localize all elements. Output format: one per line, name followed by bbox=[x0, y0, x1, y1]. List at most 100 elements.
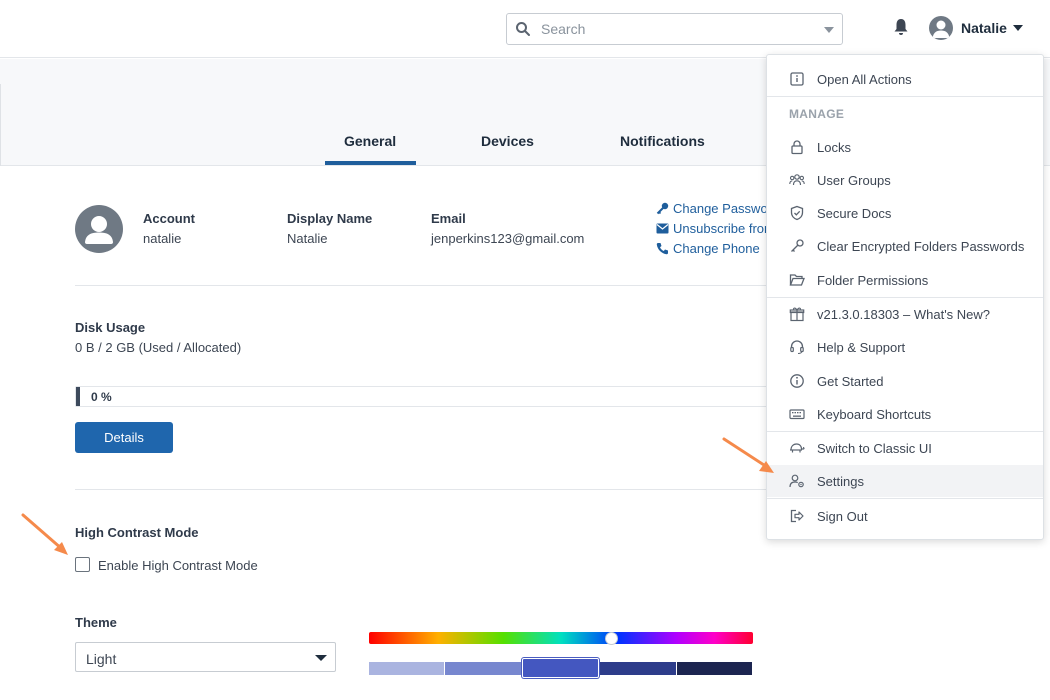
lock-icon bbox=[791, 140, 803, 155]
hue-slider-handle[interactable] bbox=[605, 632, 618, 645]
band-divider bbox=[0, 84, 1, 166]
keyboard-icon bbox=[789, 409, 805, 420]
menu-item-sign-out[interactable]: Sign Out bbox=[767, 500, 1043, 532]
change-password-link[interactable]: Change Password bbox=[656, 201, 779, 216]
menu-item-label: Open All Actions bbox=[817, 71, 912, 87]
disk-usage-label: Disk Usage bbox=[75, 320, 146, 335]
high-contrast-checkbox[interactable] bbox=[75, 557, 90, 572]
menu-item-label: Keyboard Shortcuts bbox=[817, 406, 932, 422]
display-name-value: Natalie bbox=[287, 231, 328, 246]
menu-item-label: User Groups bbox=[817, 172, 891, 188]
menu-item-locks[interactable]: Locks bbox=[767, 131, 1043, 163]
envelope-icon bbox=[656, 223, 669, 234]
menu-item-settings[interactable]: Settings bbox=[767, 465, 1043, 497]
active-tab-indicator bbox=[325, 161, 416, 165]
user-group-icon bbox=[789, 174, 805, 186]
menu-item-whats-new[interactable]: v21.3.0.18303 – What's New? bbox=[767, 298, 1043, 330]
key-icon bbox=[791, 239, 804, 252]
menu-section-header: MANAGE bbox=[789, 107, 845, 121]
menu-item-user-groups[interactable]: User Groups bbox=[767, 164, 1043, 196]
menu-item-label: Secure Docs bbox=[817, 205, 892, 221]
search-input[interactable] bbox=[541, 15, 811, 43]
change-phone-link[interactable]: Change Phone bbox=[656, 241, 760, 256]
email-value: jenperkins123@gmail.com bbox=[431, 231, 585, 246]
email-label: Email bbox=[431, 211, 466, 226]
turtle-icon bbox=[790, 443, 805, 453]
key-icon bbox=[656, 202, 669, 215]
details-button[interactable]: Details bbox=[75, 422, 173, 453]
theme-shade-swatch[interactable] bbox=[676, 662, 753, 675]
disk-usage-value: 0 B / 2 GB (Used / Allocated) bbox=[75, 340, 242, 355]
menu-item-open-all-actions[interactable]: Open All Actions bbox=[767, 63, 1043, 95]
theme-label: Theme bbox=[75, 615, 117, 630]
user-settings-icon bbox=[789, 474, 804, 488]
menu-item-secure-docs[interactable]: Secure Docs bbox=[767, 197, 1043, 229]
change-phone-label: Change Phone bbox=[673, 241, 760, 256]
unsubscribe-link[interactable]: Unsubscribe from bbox=[656, 221, 775, 236]
theme-shade-swatch[interactable] bbox=[369, 662, 445, 675]
avatar bbox=[75, 205, 123, 253]
search-dropdown-caret-icon[interactable] bbox=[824, 27, 834, 33]
avatar bbox=[929, 16, 953, 40]
theme-shade-swatch[interactable] bbox=[521, 658, 600, 678]
gift-icon bbox=[789, 307, 805, 322]
tab-general[interactable]: General bbox=[344, 133, 396, 149]
top-bar: Natalie bbox=[0, 0, 1050, 58]
theme-select[interactable]: Light bbox=[75, 642, 336, 672]
unsubscribe-label: Unsubscribe from bbox=[673, 221, 775, 236]
menu-item-label: Folder Permissions bbox=[817, 272, 929, 288]
menu-item-label: Sign Out bbox=[817, 508, 868, 524]
divider bbox=[75, 285, 775, 286]
tab-devices[interactable]: Devices bbox=[481, 133, 534, 149]
menu-item-keyboard-shortcuts[interactable]: Keyboard Shortcuts bbox=[767, 398, 1043, 430]
menu-item-label: Locks bbox=[817, 139, 851, 155]
divider bbox=[75, 489, 775, 490]
menu-item-label: Settings bbox=[817, 473, 864, 489]
theme-shade-swatch[interactable] bbox=[600, 662, 676, 675]
user-icon bbox=[85, 216, 113, 244]
chevron-down-icon bbox=[315, 655, 327, 661]
user-name: Natalie bbox=[961, 20, 1007, 36]
menu-item-help-support[interactable]: Help & Support bbox=[767, 331, 1043, 363]
menu-item-label: Switch to Classic UI bbox=[817, 440, 932, 456]
menu-item-label: Clear Encrypted Folders Passwords bbox=[817, 238, 1025, 254]
info-square-icon bbox=[790, 72, 804, 86]
menu-item-get-started[interactable]: Get Started bbox=[767, 365, 1043, 397]
menu-item-folder-permissions[interactable]: Folder Permissions bbox=[767, 264, 1043, 296]
account-value: natalie bbox=[143, 231, 182, 246]
menu-item-clear-encrypted-passwords[interactable]: Clear Encrypted Folders Passwords bbox=[767, 230, 1043, 262]
account-label: Account bbox=[143, 211, 195, 226]
headset-icon bbox=[790, 340, 804, 355]
menu-item-switch-classic[interactable]: Switch to Classic UI bbox=[767, 432, 1043, 464]
folder-open-icon bbox=[789, 274, 805, 286]
annotation-arrow-icon bbox=[722, 437, 774, 473]
annotation-arrow-icon bbox=[21, 513, 68, 555]
sign-out-icon bbox=[790, 509, 804, 523]
chevron-down-icon bbox=[1012, 25, 1023, 31]
user-icon bbox=[932, 20, 950, 38]
menu-item-label: v21.3.0.18303 – What's New? bbox=[817, 306, 991, 322]
tab-notifications[interactable]: Notifications bbox=[620, 133, 705, 149]
hue-slider[interactable] bbox=[369, 632, 753, 644]
notification-bell-icon[interactable] bbox=[893, 18, 909, 36]
progress-percent: 0 % bbox=[91, 390, 112, 404]
user-dropdown-menu: Open All Actions MANAGE Locks User Group… bbox=[766, 54, 1044, 540]
theme-select-value: Light bbox=[86, 651, 117, 667]
user-menu-toggle[interactable]: Natalie bbox=[929, 15, 1023, 41]
info-circle-icon bbox=[790, 374, 804, 388]
menu-item-label: Get Started bbox=[817, 373, 884, 389]
change-password-label: Change Password bbox=[673, 201, 780, 216]
search-box[interactable] bbox=[506, 13, 843, 45]
search-icon bbox=[516, 22, 530, 36]
shade-picker bbox=[369, 658, 753, 678]
menu-divider bbox=[767, 498, 1043, 499]
theme-shade-swatch[interactable] bbox=[445, 662, 521, 675]
high-contrast-title: High Contrast Mode bbox=[75, 525, 199, 540]
menu-divider bbox=[767, 96, 1043, 97]
phone-icon bbox=[656, 243, 668, 255]
disk-usage-progress-bar: 0 % bbox=[75, 386, 775, 407]
display-name-label: Display Name bbox=[287, 211, 373, 226]
shield-check-icon bbox=[790, 205, 804, 221]
progress-fill bbox=[76, 387, 80, 406]
high-contrast-checkbox-label[interactable]: Enable High Contrast Mode bbox=[98, 558, 258, 573]
